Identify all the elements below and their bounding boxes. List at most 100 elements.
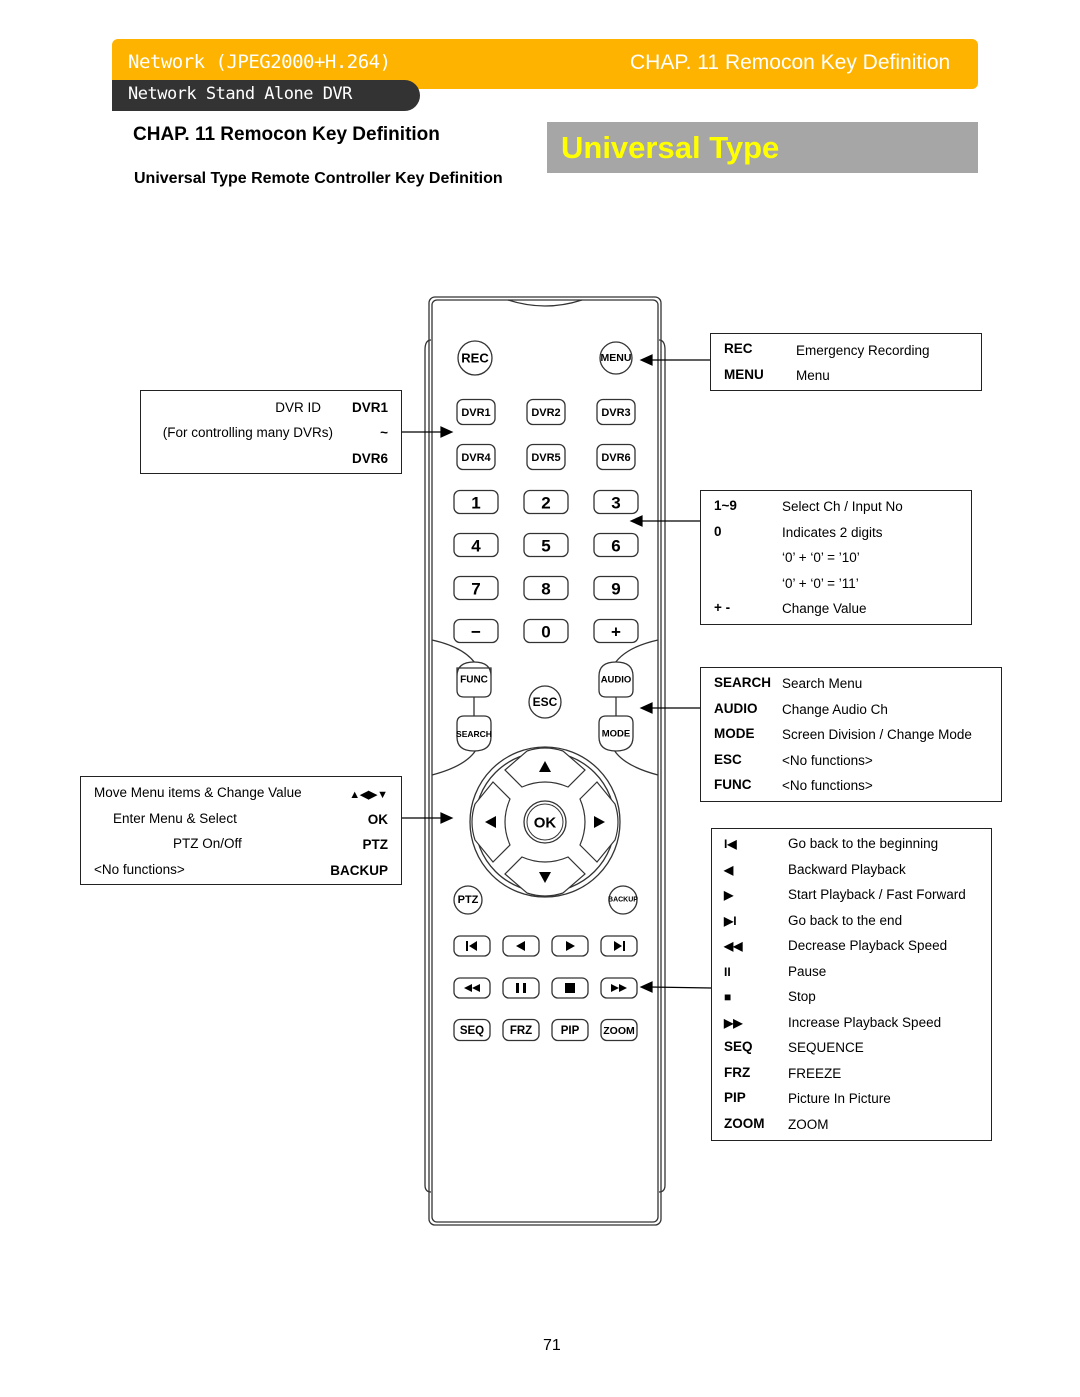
legend-key: FRZ xyxy=(724,1064,751,1080)
legend-key: SEQ xyxy=(724,1039,753,1054)
audio-button[interactable]: AUDIO xyxy=(598,661,634,698)
stop-button[interactable] xyxy=(551,977,589,999)
mode-button[interactable]: MODE xyxy=(598,715,634,752)
audio-label: AUDIO xyxy=(601,675,632,686)
legend-key: SEARCH xyxy=(714,675,772,690)
number-button-7[interactable]: 7 xyxy=(453,575,499,601)
number-button-5[interactable]: 5 xyxy=(523,532,569,558)
dvr-button-1[interactable]: DVR1 xyxy=(456,398,496,426)
legend-dvr: DVR ID DVR1 (For controlling many DVRs) … xyxy=(140,390,402,474)
dvr-button-4-label: DVR4 xyxy=(461,452,491,464)
seq-button[interactable]: SEQ xyxy=(453,1018,491,1042)
legend-desc: Decrease Playback Speed xyxy=(788,938,948,953)
legend-desc: Emergency Recording xyxy=(796,343,930,358)
zoom-button[interactable]: ZOOM xyxy=(600,1018,638,1042)
skip-back-button[interactable] xyxy=(453,935,491,957)
search-button[interactable]: SEARCH xyxy=(456,715,492,752)
arrow-to-dvr-icon xyxy=(440,426,454,438)
legend-desc: Picture In Picture xyxy=(788,1091,891,1106)
legend-func-keys: SEARCH Search Menu AUDIO Change Audio Ch MOD… xyxy=(700,667,1002,802)
legend-key: MENU xyxy=(724,367,764,382)
legend-desc: Change Audio Ch xyxy=(782,701,888,717)
skip-end-button[interactable] xyxy=(600,935,638,957)
number-button-4-label: 4 xyxy=(471,537,481,556)
legend-key: ▲◀▶▼ xyxy=(349,789,388,801)
ok-label: OK xyxy=(534,815,557,832)
rec-button[interactable]: REC xyxy=(457,340,493,376)
legend-key: ◀ xyxy=(724,862,734,877)
legend-desc: Increase Playback Speed xyxy=(788,1014,942,1030)
number-button-9[interactable]: 9 xyxy=(593,575,639,601)
legend-desc: Menu xyxy=(796,368,830,383)
dvr-button-4[interactable]: DVR4 xyxy=(456,443,496,471)
page-number: 71 xyxy=(543,1337,561,1354)
legend-desc: Change Value xyxy=(782,601,867,616)
ptz-button[interactable]: PTZ xyxy=(453,885,483,915)
rewind-play-button[interactable] xyxy=(502,935,540,957)
arrow-to-playback-icon xyxy=(639,981,653,993)
legend-navigation: Move Menu items & Change Value ▲◀▶▼ Enter … xyxy=(80,776,402,885)
backup-button[interactable]: BACKUP xyxy=(608,885,638,915)
fast-forward-button[interactable] xyxy=(600,977,638,999)
dvr-note: (For controlling many DVRs) xyxy=(162,425,333,440)
number-button-9-label: 9 xyxy=(611,580,620,599)
esc-button[interactable]: ESC xyxy=(528,685,562,719)
number-button-0[interactable]: 0 xyxy=(523,618,569,644)
arrow-to-menu-icon xyxy=(639,354,653,366)
remote-left-rail xyxy=(424,339,432,1193)
esc-label: ESC xyxy=(533,695,558,709)
legend-key: ▶I xyxy=(724,913,737,928)
plus-button[interactable]: + xyxy=(593,618,639,644)
minus-button[interactable]: − xyxy=(453,618,499,644)
arrow-to-numbers-icon xyxy=(629,515,643,527)
number-button-2[interactable]: 2 xyxy=(523,489,569,515)
number-button-1-label: 1 xyxy=(471,494,480,513)
legend-desc: Indicates 2 digits xyxy=(782,524,883,540)
legend-desc: Select Ch / Input No xyxy=(782,499,903,514)
dvr-button-6[interactable]: DVR6 xyxy=(596,443,636,471)
legend-desc: Pause xyxy=(788,963,827,979)
legend-key: II xyxy=(724,964,731,979)
legend-key: REC xyxy=(724,341,753,356)
func-button[interactable]: FUNC xyxy=(456,661,492,698)
legend-playback: I◀ Go back to the beginning ◀ Backward Play… xyxy=(711,828,992,1141)
legend-key: OK xyxy=(367,811,388,827)
menu-button[interactable]: MENU xyxy=(599,341,633,375)
number-button-1[interactable]: 1 xyxy=(453,489,499,515)
legend-key: FUNC xyxy=(714,777,752,792)
dvr-button-2[interactable]: DVR2 xyxy=(526,398,566,426)
dpad-up-button[interactable] xyxy=(504,747,586,788)
legend-desc: FREEZE xyxy=(788,1065,842,1081)
pip-button-label: PIP xyxy=(561,1025,580,1037)
number-button-4[interactable]: 4 xyxy=(453,532,499,558)
number-button-5-label: 5 xyxy=(541,537,550,556)
pause-button[interactable] xyxy=(502,977,540,999)
dpad-left-button[interactable] xyxy=(471,781,511,863)
legend-key: 0 xyxy=(714,523,722,539)
number-button-2-label: 2 xyxy=(541,494,550,513)
dvr-button-3[interactable]: DVR3 xyxy=(596,398,636,426)
dvr-tilde: ~ xyxy=(380,425,388,440)
rec-label: REC xyxy=(461,351,489,366)
number-button-3[interactable]: 3 xyxy=(593,489,639,515)
legend-desc: Go back to the beginning xyxy=(788,836,939,851)
legend-desc: ‘0’ + ‘0’ = ’11’ xyxy=(782,575,859,591)
search-label: SEARCH xyxy=(456,729,492,739)
legend-numbers: 1~9 Select Ch / Input No 0 Indicates 2 digi… xyxy=(700,490,972,625)
minus-button-label: − xyxy=(471,623,481,642)
legend-key: PIP xyxy=(724,1090,746,1105)
number-button-3-label: 3 xyxy=(611,494,620,513)
dvr-button-5[interactable]: DVR5 xyxy=(526,443,566,471)
dpad-down-button[interactable] xyxy=(504,856,586,897)
legend-key: ◀◀ xyxy=(724,939,743,953)
number-button-6[interactable]: 6 xyxy=(593,532,639,558)
frz-button[interactable]: FRZ xyxy=(502,1018,540,1042)
dvr-button-3-label: DVR3 xyxy=(601,407,630,419)
ok-button[interactable]: OK xyxy=(523,800,567,844)
dpad-right-button[interactable] xyxy=(579,781,619,863)
pip-button[interactable]: PIP xyxy=(551,1018,589,1042)
number-button-8[interactable]: 8 xyxy=(523,575,569,601)
play-button[interactable] xyxy=(551,935,589,957)
fast-rewind-button[interactable] xyxy=(453,977,491,999)
legend-desc: Screen Division / Change Mode xyxy=(782,727,972,742)
